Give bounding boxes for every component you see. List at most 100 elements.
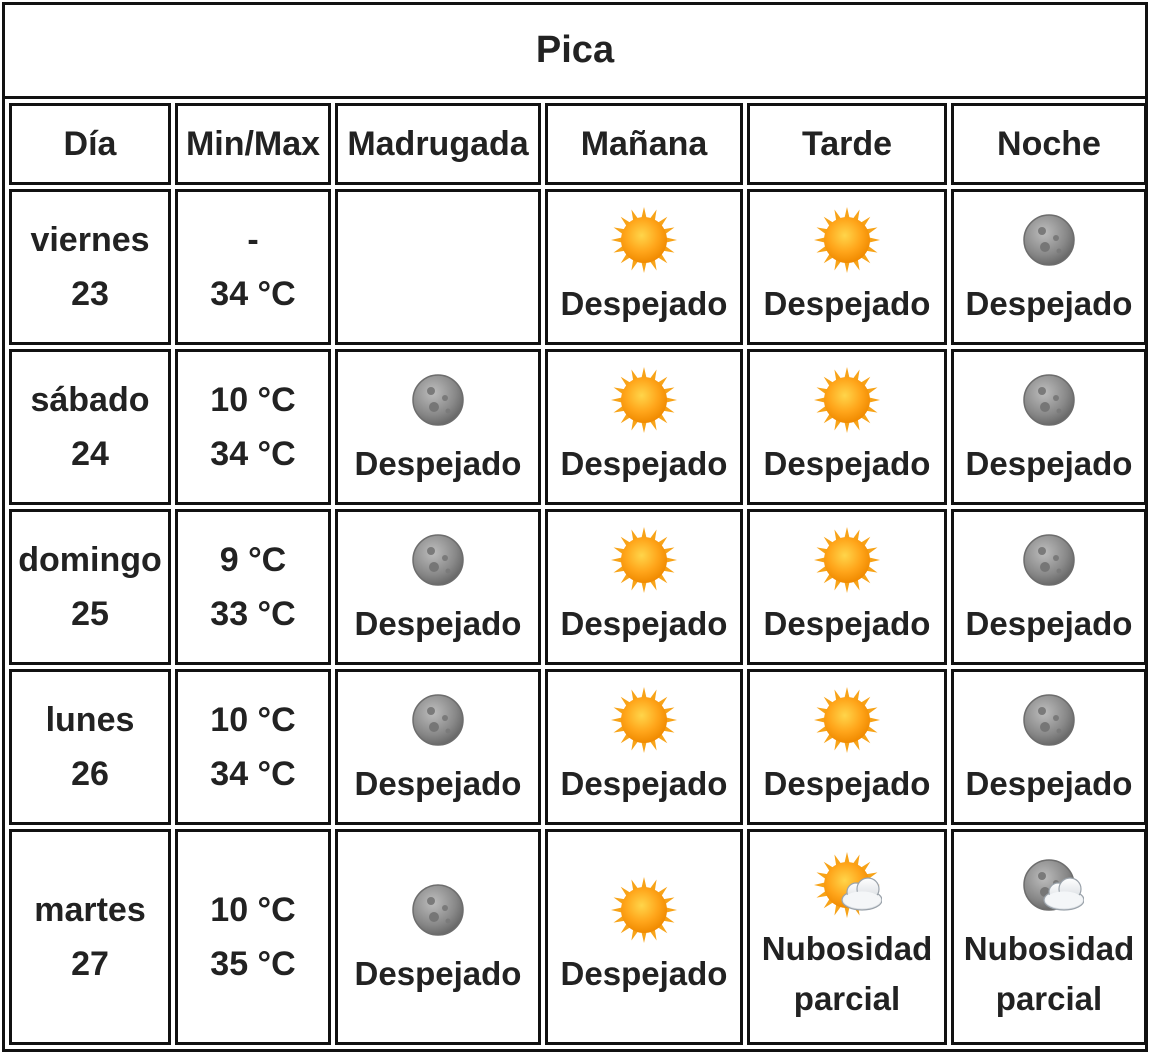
day-date: 27 <box>71 945 109 983</box>
condition-label: Despejado <box>763 445 931 482</box>
sun-icon <box>611 527 677 593</box>
day-name: martes <box>34 891 146 929</box>
day-name: sábado <box>30 381 150 419</box>
condition-label: Despejado <box>763 765 931 802</box>
table-row: domingo 25 9 °C 33 °C Despejado Despejado Desp… <box>9 509 1147 665</box>
max-temp: 33 °C <box>210 595 296 633</box>
day-cell: sábado 24 <box>9 349 171 505</box>
sun-icon <box>611 367 677 433</box>
moon-icon <box>1023 374 1075 426</box>
condition-label: Despejado <box>560 285 728 322</box>
condition-label: Despejado <box>560 955 728 992</box>
header-tarde: Tarde <box>747 103 947 185</box>
condition-label: Nubosidad parcial <box>963 930 1135 1017</box>
madrugada-cell: Despejado <box>335 349 541 505</box>
header-madrugada: Madrugada <box>335 103 541 185</box>
max-temp: 35 °C <box>210 945 296 983</box>
min-max-cell: 9 °C 33 °C <box>175 509 331 665</box>
manana-cell: Despejado <box>545 509 743 665</box>
day-name: domingo <box>18 541 162 579</box>
header-min-max: Min/Max <box>175 103 331 185</box>
condition-label: Nubosidad parcial <box>761 930 933 1017</box>
moon-icon <box>1023 534 1075 586</box>
condition-label: Despejado <box>560 605 728 642</box>
tarde-cell: Despejado <box>747 189 947 345</box>
moon-icon <box>1023 694 1075 746</box>
table-row: sábado 24 10 °C 34 °C Despejado Despejado Desp… <box>9 349 1147 505</box>
min-temp: 10 °C <box>210 701 296 739</box>
tarde-cell: Despejado <box>747 669 947 825</box>
tarde-cell: Nubosidad parcial <box>747 829 947 1045</box>
table-row: viernes 23 - 34 °C Despejado Despejado Despeja… <box>9 189 1147 345</box>
day-cell: martes 27 <box>9 829 171 1045</box>
madrugada-cell: Despejado <box>335 669 541 825</box>
day-name: viernes <box>30 221 150 259</box>
moon-icon <box>412 374 464 426</box>
condition-label: Despejado <box>763 285 931 322</box>
table-row: lunes 26 10 °C 34 °C Despejado Despejado Despe… <box>9 669 1147 825</box>
min-temp: - <box>247 221 259 259</box>
condition-label: Despejado <box>965 445 1133 482</box>
day-date: 25 <box>71 595 109 633</box>
condition-label: Despejado <box>354 605 522 642</box>
day-date: 24 <box>71 435 109 473</box>
sun-icon <box>814 527 880 593</box>
moon-icon <box>412 884 464 936</box>
max-temp: 34 °C <box>210 275 296 313</box>
noche-cell: Despejado <box>951 669 1147 825</box>
header-day: Día <box>9 103 171 185</box>
condition-label: Despejado <box>560 445 728 482</box>
day-date: 23 <box>71 275 109 313</box>
forecast-widget: Pica Día Min/Max Madrugada Mañana Tarde … <box>2 2 1148 1052</box>
manana-cell: Despejado <box>545 349 743 505</box>
moon-cloud-icon <box>1023 859 1084 911</box>
noche-cell: Nubosidad parcial <box>951 829 1147 1045</box>
day-name: lunes <box>45 701 135 739</box>
manana-cell: Despejado <box>545 829 743 1045</box>
sun-icon <box>814 207 880 273</box>
max-temp: 34 °C <box>210 435 296 473</box>
day-cell: lunes 26 <box>9 669 171 825</box>
min-temp: 9 °C <box>219 541 287 579</box>
header-row: Día Min/Max Madrugada Mañana Tarde Noche <box>9 103 1147 185</box>
tarde-cell: Despejado <box>747 509 947 665</box>
sun-icon <box>814 367 880 433</box>
noche-cell: Despejado <box>951 509 1147 665</box>
manana-cell: Despejado <box>545 189 743 345</box>
sun-cloud-icon <box>814 852 882 918</box>
condition-label: Despejado <box>965 765 1133 802</box>
min-max-cell: - 34 °C <box>175 189 331 345</box>
sun-icon <box>611 207 677 273</box>
madrugada-cell <box>335 189 541 345</box>
day-cell: domingo 25 <box>9 509 171 665</box>
sun-icon <box>814 687 880 753</box>
min-max-cell: 10 °C 34 °C <box>175 349 331 505</box>
min-temp: 10 °C <box>210 891 296 929</box>
madrugada-cell: Despejado <box>335 509 541 665</box>
location-title: Pica <box>5 5 1145 99</box>
noche-cell: Despejado <box>951 189 1147 345</box>
condition-label: Despejado <box>965 285 1133 322</box>
condition-label: Despejado <box>965 605 1133 642</box>
condition-label: Despejado <box>763 605 931 642</box>
moon-icon <box>412 694 464 746</box>
header-noche: Noche <box>951 103 1147 185</box>
header-manana: Mañana <box>545 103 743 185</box>
max-temp: 34 °C <box>210 755 296 793</box>
day-cell: viernes 23 <box>9 189 171 345</box>
condition-label: Despejado <box>354 765 522 802</box>
condition-label: Despejado <box>354 955 522 992</box>
moon-icon <box>412 534 464 586</box>
min-temp: 10 °C <box>210 381 296 419</box>
sun-icon <box>611 687 677 753</box>
sun-icon <box>611 877 677 943</box>
noche-cell: Despejado <box>951 349 1147 505</box>
madrugada-cell: Despejado <box>335 829 541 1045</box>
condition-label: Despejado <box>354 445 522 482</box>
condition-label: Despejado <box>560 765 728 802</box>
table-row: martes 27 10 °C 35 °C Despejado Despejado Nubo… <box>9 829 1147 1045</box>
moon-icon <box>1023 214 1075 266</box>
manana-cell: Despejado <box>545 669 743 825</box>
tarde-cell: Despejado <box>747 349 947 505</box>
min-max-cell: 10 °C 34 °C <box>175 669 331 825</box>
